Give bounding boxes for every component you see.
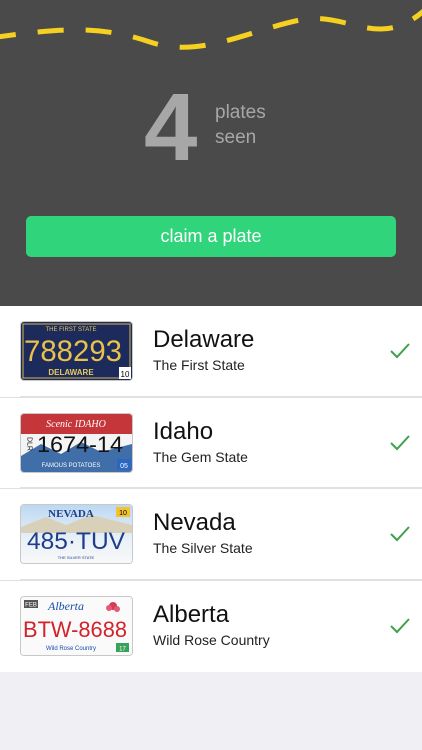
list-item-delaware[interactable]: THE FIRST STATE 788293 DELAWARE 10 Delaw… — [0, 306, 422, 398]
plate-sticker: 05 — [120, 463, 128, 470]
state-name: Delaware — [153, 326, 255, 353]
plate-image-nevada: NEVADA 485·TUV THE SILVER STATE 10 — [21, 505, 132, 563]
plate-number: 485·TUV — [27, 528, 125, 555]
state-name: Nevada — [153, 509, 236, 536]
checkmark-icon — [390, 434, 410, 450]
plates-seen-label: plates seen — [215, 100, 266, 150]
plate-bottom-text: DELAWARE — [48, 368, 94, 377]
plate-top-text: Scenic IDAHO — [46, 419, 106, 430]
plate-number: 1674-14 — [37, 432, 123, 457]
state-nickname: Wild Rose Country — [153, 631, 270, 648]
plate-top-text: NEVADA — [48, 508, 94, 520]
state-nickname: The Silver State — [153, 540, 253, 556]
plate-sticker: 17 — [119, 646, 126, 652]
plate-bottom-text: Wild Rose Country — [46, 646, 96, 652]
plate-sticker: 10 — [119, 510, 127, 517]
state-nickname: The First State — [153, 357, 245, 373]
plates-seen-label-line1: plates — [215, 102, 266, 123]
plate-image-alberta: FEB Alberta BTW-8688 Wild Rose Country 1… — [21, 596, 132, 655]
list-item-alberta[interactable]: FEB Alberta BTW-8688 Wild Rose Country 1… — [0, 581, 422, 673]
plates-seen-counter: 4 plates seen — [140, 78, 300, 178]
plate-image-delaware: THE FIRST STATE 788293 DELAWARE 10 — [21, 322, 132, 380]
plate-sticker: 10 — [121, 370, 130, 379]
plate-bottom-text: THE SILVER STATE — [58, 555, 95, 560]
checkmark-icon — [390, 617, 410, 633]
plate-number: 788293 — [24, 335, 122, 368]
plate-top-text: THE FIRST STATE — [45, 327, 96, 333]
state-nickname: The Gem State — [153, 448, 248, 465]
plate-bottom-text: FAMOUS POTATOES — [42, 463, 101, 469]
divider — [20, 578, 422, 580]
plates-list: THE FIRST STATE 788293 DELAWARE 10 Delaw… — [0, 306, 422, 672]
plate-month: FEB — [25, 602, 37, 608]
divider — [20, 395, 422, 397]
list-item-nevada[interactable]: NEVADA 485·TUV THE SILVER STATE 10 Nevad… — [0, 489, 422, 581]
state-name: Alberta — [153, 600, 230, 628]
state-name: Idaho — [153, 417, 214, 445]
plates-seen-count: 4 — [144, 74, 198, 181]
plate-image-idaho: Scenic IDAHO 1674-14 DLR FAMOUS POTATOES… — [21, 413, 132, 472]
checkmark-icon — [390, 526, 410, 542]
list-item-idaho[interactable]: Scenic IDAHO 1674-14 DLR FAMOUS POTATOES… — [0, 398, 422, 489]
plates-seen-label-line2: seen — [215, 127, 257, 148]
checkmark-icon — [390, 343, 410, 359]
divider — [20, 487, 422, 488]
plate-top-text: Alberta — [47, 599, 84, 613]
plate-side-text: DLR — [26, 436, 33, 450]
plate-number: BTW-8688 — [23, 617, 127, 642]
stats-header: 4 plates seen claim a plate — [0, 0, 422, 306]
road-dashes-decoration — [0, 8, 422, 50]
claim-plate-button[interactable]: claim a plate — [26, 216, 396, 257]
